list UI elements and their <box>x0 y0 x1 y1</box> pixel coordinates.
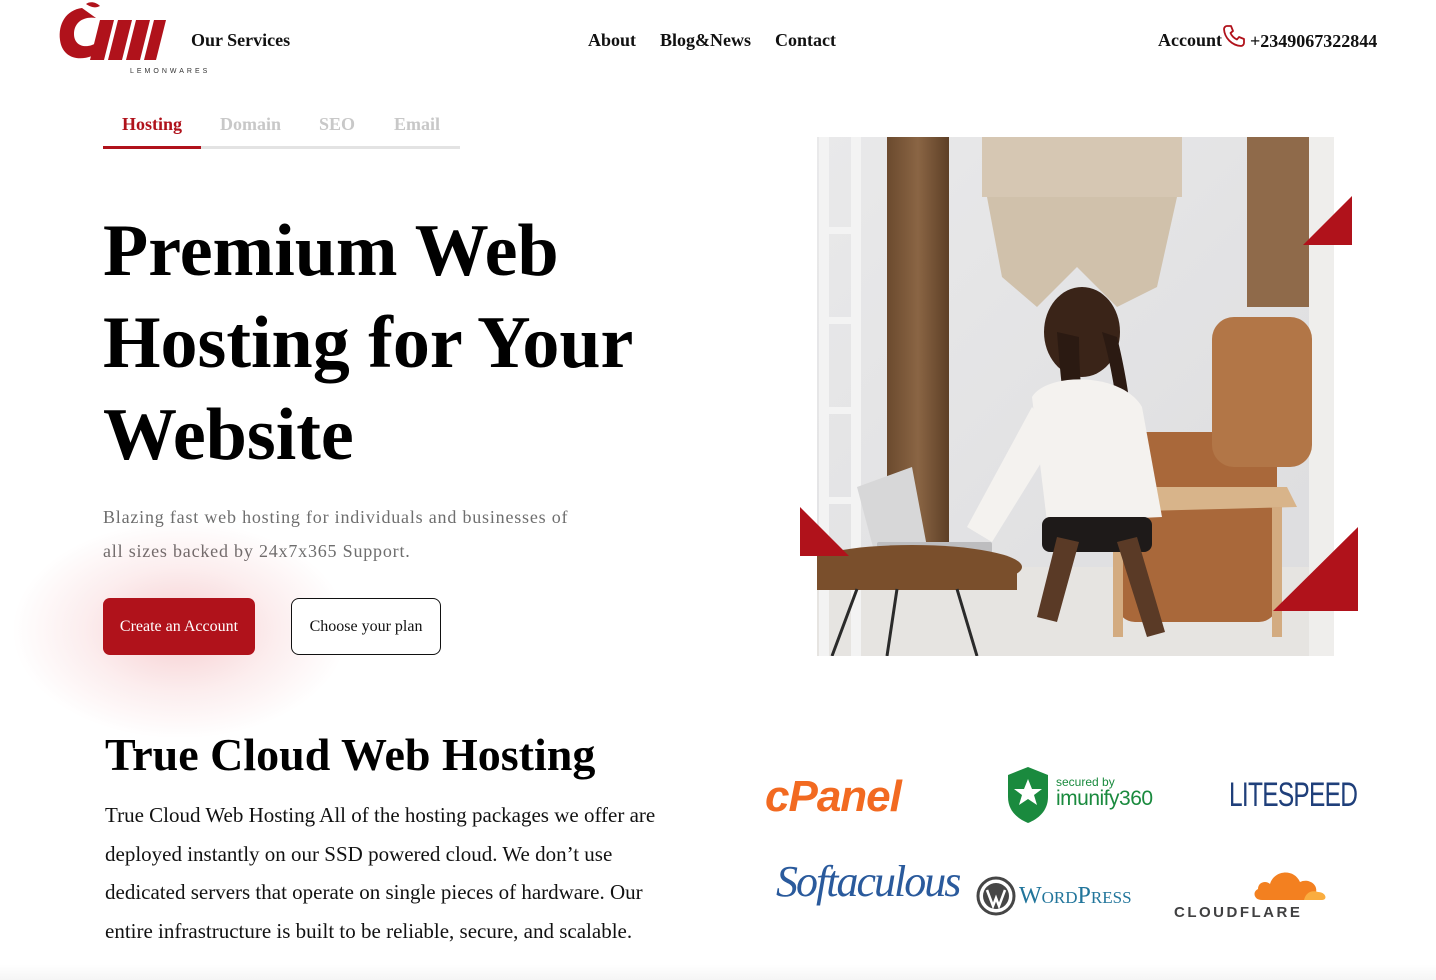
active-tab-indicator <box>103 146 201 149</box>
phone-icon <box>1222 24 1246 48</box>
decor-triangle-top <box>1303 196 1352 245</box>
wordpress-icon <box>976 876 1016 916</box>
litespeed-wordmark: LITESPEED <box>1229 776 1358 814</box>
lemonwares-logo[interactable]: LEMONWARES <box>56 2 207 76</box>
shield-icon <box>1008 767 1048 823</box>
tab-domain[interactable]: Domain <box>220 114 281 135</box>
decor-triangle-bottom <box>1273 527 1358 611</box>
section-body: True Cloud Web Hosting All of the hostin… <box>105 803 656 943</box>
tab-seo[interactable]: SEO <box>319 114 355 135</box>
tab-email[interactable]: Email <box>394 114 440 135</box>
hero-title: Premium Web Hosting for Your Website <box>103 205 723 481</box>
hero-title-line: Hosting for Your <box>103 302 634 384</box>
nav-contact[interactable]: Contact <box>775 30 836 51</box>
wordpress-wordmark: WordPress <box>1019 883 1132 909</box>
cpanel-wordmark: cPanel <box>765 772 902 821</box>
imunify-wordmark: imunify360 <box>1056 787 1153 810</box>
softaculous-logo: Softaculous <box>776 856 961 907</box>
page-bottom-shadow <box>0 964 1436 980</box>
litespeed-logo: LITESPEED <box>1229 776 1407 815</box>
cloudflare-wordmark: CLOUDFLARE <box>1174 904 1303 921</box>
nav-blog-news[interactable]: Blog&News <box>660 30 751 51</box>
cloudflare-logo: CLOUDFLARE <box>1172 864 1332 924</box>
imunify360-logo: secured by imunify360 <box>1006 765 1156 825</box>
hero-title-line: Premium Web <box>103 210 559 292</box>
nav-account[interactable]: Account <box>1158 30 1222 51</box>
section-title: True Cloud Web Hosting <box>105 729 596 780</box>
create-account-button[interactable]: Create an Account <box>103 598 255 655</box>
wordpress-logo: WordPress <box>976 876 1156 916</box>
hero-title-line: Website <box>103 394 354 476</box>
nav-phone-number[interactable]: +2349067322844 <box>1250 31 1377 52</box>
decor-triangle-left <box>800 507 849 556</box>
nav-our-services[interactable]: Our Services <box>191 30 290 51</box>
hero-photo <box>802 137 1334 657</box>
service-tabs: Hosting Domain SEO Email <box>103 112 460 149</box>
cloud-icon <box>1254 872 1326 900</box>
nav-about[interactable]: About <box>588 30 636 51</box>
logo-mark-icon <box>59 2 166 60</box>
softaculous-wordmark: Softaculous <box>776 857 961 906</box>
tab-hosting[interactable]: Hosting <box>122 114 182 135</box>
logo-wordmark: LEMONWARES <box>130 68 211 75</box>
choose-plan-button[interactable]: Choose your plan <box>291 598 441 655</box>
cpanel-logo: cPanel <box>765 772 902 822</box>
